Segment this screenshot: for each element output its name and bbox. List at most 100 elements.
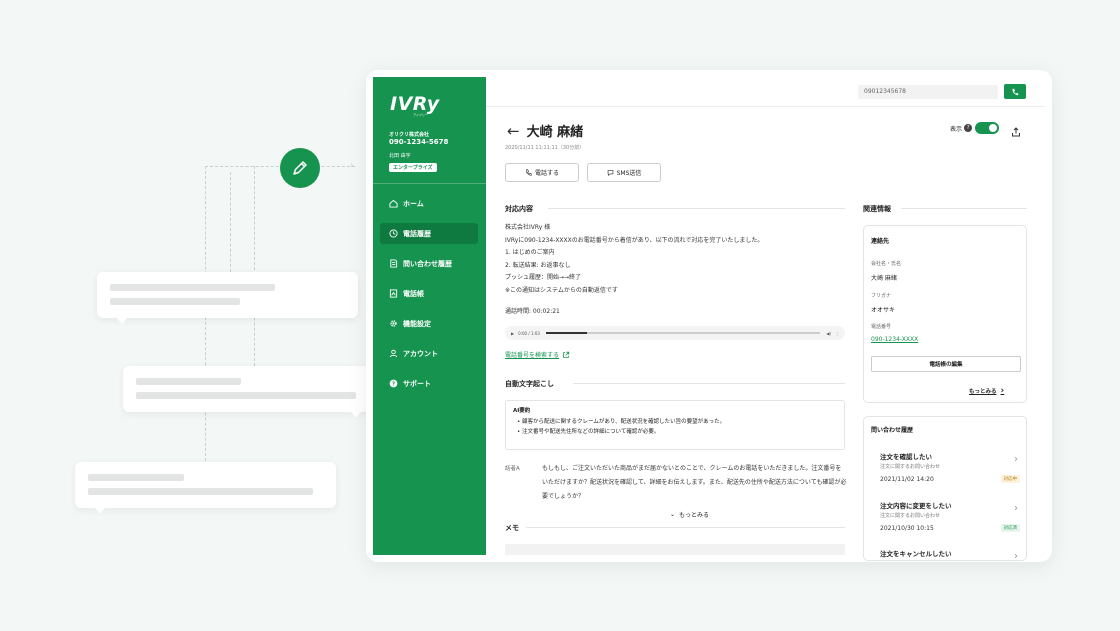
contact-kana-value: オオサキ	[871, 307, 896, 314]
phonebook-icon	[389, 289, 398, 298]
sidebar-item-label: アカウント	[403, 349, 438, 358]
arrow-right-icon: ›	[350, 161, 354, 171]
audio-player[interactable]: ▶ 0:00 / 1:03 ◀) ⋮	[505, 326, 845, 340]
pen-icon	[280, 148, 320, 188]
contact-more-link[interactable]: もっとみる ›	[969, 386, 1004, 396]
user-name: 北田 由宇	[389, 153, 411, 159]
share-icon[interactable]	[1011, 122, 1021, 141]
call-duration: 通話時間: 00:02:21	[505, 308, 560, 315]
contact-more-label: もっとみる	[969, 389, 997, 395]
transcript-more-label: もっとみる	[679, 512, 710, 519]
section-divider	[901, 208, 1027, 209]
phone-icon	[1012, 88, 1019, 95]
sms-button[interactable]: SMS送信	[587, 163, 661, 182]
inquiry-history-card: 問い合わせ履歴 注文を確認したい 注文に関するお問い合わせ 2021/11/02…	[863, 416, 1027, 562]
document-icon	[390, 259, 398, 268]
call-button[interactable]: 電話する	[505, 163, 579, 182]
gear-icon	[390, 320, 397, 327]
sidebar-item-settings[interactable]: 機能設定	[380, 313, 478, 334]
external-link-icon	[563, 351, 570, 358]
chat-icon	[607, 170, 613, 176]
transcript-more-link[interactable]: ⌄ もっとみる	[670, 510, 709, 519]
search-phone-link-label: 電話番号を検索する	[505, 352, 560, 359]
logo: IVRy	[390, 93, 440, 115]
app-window: IVRy アイブリー オリクリ株式会社 090-1234-5678 北田 由宇 …	[366, 70, 1052, 562]
memo-input[interactable]	[505, 544, 845, 555]
dial-button[interactable]	[1004, 84, 1026, 99]
company-phone: 090-1234-5678	[389, 138, 449, 146]
sidebar-item-label: 電話帳	[403, 289, 424, 298]
transcription-heading: 自動文字起こし	[505, 380, 554, 388]
memo-heading: メモ	[505, 524, 519, 532]
sidebar-item-inquiry-history[interactable]: 問い合わせ履歴	[380, 253, 478, 274]
sms-button-label: SMS送信	[616, 170, 642, 177]
contact-name-value: 大崎 麻緒	[871, 275, 897, 282]
volume-icon[interactable]: ◀)	[826, 331, 831, 336]
company-name: オリクリ株式会社	[389, 132, 430, 138]
help-icon[interactable]: ?	[964, 124, 973, 132]
audio-seek-bar[interactable]	[545, 332, 821, 334]
inquiry-item-title: 注文をキャンセルしたい	[880, 550, 952, 558]
inquiry-item-title: 注文を確認したい	[880, 453, 932, 461]
chevron-right-icon: ›	[1014, 503, 1018, 514]
ai-summary-box: AI要約 • 顧客から配送に関するクレームがあり、配送状況を確認したい旨の要望が…	[505, 400, 845, 450]
sidebar-item-label: 問い合わせ履歴	[403, 259, 452, 268]
chevron-right-icon: ›	[1014, 454, 1018, 465]
page-title: 大崎 麻緒	[526, 125, 584, 140]
sidebar-item-label: 電話履歴	[403, 229, 431, 238]
response-line: 1. はじめのご案内	[505, 249, 555, 256]
sidebar: IVRy アイブリー オリクリ株式会社 090-1234-5678 北田 由宇 …	[373, 77, 486, 555]
user-icon	[389, 349, 398, 358]
inquiry-item-title: 注文内容に変更をしたい	[880, 502, 952, 510]
status-badge: 対応済	[1000, 524, 1020, 532]
phone-search-input[interactable]: 09012345678	[858, 85, 998, 99]
chevron-down-icon: ⌄	[670, 511, 676, 518]
sidebar-item-account[interactable]: アカウント	[380, 343, 478, 364]
edit-phonebook-button[interactable]: 電話帳の編集	[871, 356, 1021, 372]
status-badge: 対応中	[1000, 475, 1020, 483]
main-content: 09012345678 ← 大崎 麻緒 2020/11/11 11:11:11（…	[486, 77, 1045, 562]
sidebar-item-home[interactable]: ホーム	[380, 193, 478, 214]
section-divider	[548, 208, 845, 209]
display-label: 表示	[950, 125, 963, 133]
back-arrow-icon[interactable]: ←	[507, 122, 520, 140]
inquiry-item[interactable]: 注文をキャンセルしたい ›	[880, 548, 1020, 562]
play-icon[interactable]: ▶	[511, 331, 514, 336]
audio-time: 0:00 / 1:03	[518, 330, 540, 336]
sidebar-item-label: 機能設定	[403, 319, 431, 328]
phone-icon	[525, 169, 532, 176]
top-bar: 09012345678	[486, 77, 1045, 107]
call-timestamp: 2020/11/11 11:11:11（30分前）	[505, 145, 585, 151]
inquiry-item[interactable]: 注文内容に変更をしたい 注文に関するお問い合わせ 2021/10/30 10:1…	[880, 500, 1020, 532]
sidebar-divider	[373, 183, 486, 184]
chat-bubble-placeholder	[75, 462, 336, 514]
sidebar-item-label: サポート	[403, 379, 431, 388]
sidebar-item-support[interactable]: ? サポート	[380, 373, 478, 394]
dashed-connector	[230, 172, 231, 272]
contact-phone-label: 電話番号	[871, 324, 892, 330]
response-line: IVRyに090-1234-XXXXのお電話番号から着信があり、以下の流れで対応…	[505, 236, 764, 244]
svg-text:?: ?	[392, 382, 395, 388]
contact-kana-label: フリガナ	[871, 293, 892, 299]
contact-phone-link[interactable]: 090-1234-XXXX	[871, 336, 918, 343]
display-toggle[interactable]	[975, 122, 1000, 134]
chevron-right-icon: ›	[1000, 386, 1005, 396]
more-options-icon[interactable]: ⋮	[835, 331, 839, 336]
title-row: ← 大崎 麻緒	[507, 121, 584, 141]
call-button-label: 電話する	[534, 170, 559, 177]
sidebar-item-label: ホーム	[403, 199, 424, 208]
chevron-right-icon: ›	[1014, 551, 1018, 562]
chat-bubble-placeholder	[123, 366, 384, 418]
sidebar-item-call-history[interactable]: 電話履歴	[380, 223, 478, 244]
display-toggle-group: 表示 ?	[950, 122, 1000, 134]
ai-summary-label: AI要約	[513, 408, 531, 414]
search-phone-link[interactable]: 電話番号を検索する	[505, 350, 570, 359]
inquiry-item[interactable]: 注文を確認したい 注文に関するお問い合わせ 2021/11/02 14:20 ›…	[880, 451, 1020, 483]
sidebar-item-phonebook[interactable]: 電話帳	[380, 283, 478, 304]
transcript-text: もしもし、ご注文いただいた商品がまだ届かないとのことで、クレームのお電話をいただ…	[542, 465, 847, 500]
ai-summary-item: • 注文番号や配送先住所などの詳細について確認が必要。	[517, 429, 660, 435]
section-divider	[526, 527, 845, 528]
inquiry-history-title: 問い合わせ履歴	[871, 427, 914, 434]
contact-card-title: 連絡先	[871, 238, 890, 245]
contact-card: 連絡先 会社名・氏名 大崎 麻緒 フリガナ オオサキ 電話番号 090-1234…	[863, 225, 1027, 403]
